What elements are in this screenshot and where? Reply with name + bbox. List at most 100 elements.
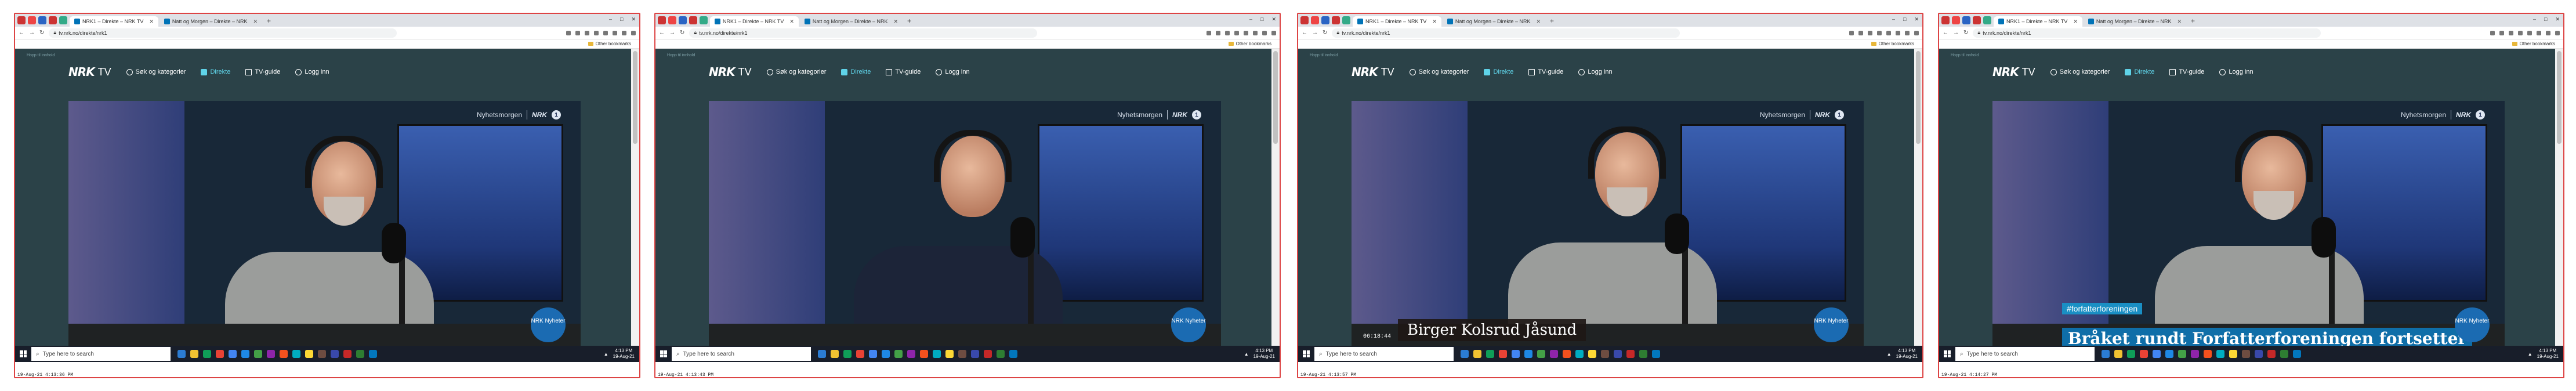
pinned-tab-icon[interactable] <box>1342 16 1350 24</box>
extension-icon[interactable] <box>585 30 589 35</box>
extension-icon[interactable] <box>575 30 580 35</box>
taskbar-search[interactable]: ⌕ Type here to search <box>1314 347 1454 361</box>
nav-tv-guide[interactable]: TV-guide <box>1528 68 1563 75</box>
app-icon[interactable] <box>1626 350 1635 358</box>
forward-icon[interactable]: → <box>669 30 675 36</box>
pinned-tab-icon[interactable] <box>49 16 57 24</box>
pinned-tab-icon[interactable] <box>668 16 676 24</box>
minimize-button[interactable]: – <box>2533 16 2536 23</box>
maximize-button[interactable]: □ <box>2544 16 2547 23</box>
nav-search[interactable]: Søk og kategorier <box>126 68 186 75</box>
address-bar[interactable]: 🔒︎ tv.nrk.no/direkte/nrk1 <box>689 28 1038 38</box>
extension-icon[interactable] <box>2537 30 2541 35</box>
app-icon[interactable] <box>920 350 928 358</box>
close-tab-icon[interactable]: ✕ <box>253 19 258 25</box>
nav-tv-guide[interactable]: TV-guide <box>2169 68 2204 75</box>
app-icon[interactable] <box>933 350 941 358</box>
nav-direkte[interactable]: Direkte <box>1484 68 1513 75</box>
pinned-tab-icon[interactable] <box>38 16 46 24</box>
close-window-button[interactable]: ✕ <box>631 16 636 23</box>
app-icon[interactable] <box>2255 350 2263 358</box>
address-bar[interactable]: 🔒︎ tv.nrk.no/direkte/nrk1 <box>1973 28 2321 38</box>
app-icon[interactable] <box>1639 350 1647 358</box>
nav-login[interactable]: Logg inn <box>1578 68 1613 75</box>
app-icon[interactable] <box>1512 350 1520 358</box>
pinned-tab-icon[interactable] <box>1311 16 1319 24</box>
extension-icon[interactable] <box>2518 30 2523 35</box>
extension-icon[interactable] <box>1225 30 1230 35</box>
scrollbar[interactable] <box>631 49 639 346</box>
app-icon[interactable] <box>1550 350 1558 358</box>
app-icon[interactable] <box>997 350 1005 358</box>
app-icon[interactable] <box>1575 350 1584 358</box>
nav-login[interactable]: Logg inn <box>2219 68 2253 75</box>
taskbar-search[interactable]: ⌕ Type here to search <box>1955 347 2095 361</box>
app-icon[interactable] <box>869 350 877 358</box>
file-explorer-icon[interactable] <box>831 350 839 358</box>
extension-icon[interactable] <box>2490 30 2495 35</box>
skip-to-content-link[interactable]: Hopp til innhold <box>1310 53 1338 57</box>
tab-natt-og-morgen[interactable]: Natt og Morgen – Direkte – NRK ✕ <box>800 16 903 27</box>
start-button[interactable] <box>1939 350 1955 357</box>
start-button[interactable] <box>655 350 672 357</box>
extension-icon[interactable] <box>1207 30 1211 35</box>
nav-direkte[interactable]: Direkte <box>841 68 871 75</box>
file-explorer-icon[interactable] <box>1473 350 1481 358</box>
app-icon[interactable] <box>2191 350 2199 358</box>
app-icon[interactable] <box>971 350 979 358</box>
reload-icon[interactable]: ↻ <box>680 30 684 36</box>
scrollbar-thumb[interactable] <box>1916 51 1921 144</box>
pinned-tab-icon[interactable] <box>28 16 36 24</box>
pinned-tab-icon[interactable] <box>1973 16 1981 24</box>
app-icon[interactable] <box>318 350 326 358</box>
app-icon[interactable] <box>292 350 300 358</box>
tray-clock[interactable]: 4:13 PM 19-Aug-21 <box>1253 348 1275 360</box>
extension-icon[interactable] <box>2527 30 2532 35</box>
back-icon[interactable]: ← <box>19 30 24 36</box>
app-icon[interactable] <box>254 350 262 358</box>
nav-login[interactable]: Logg inn <box>936 68 970 75</box>
app-icon[interactable] <box>267 350 275 358</box>
app-icon[interactable] <box>958 350 966 358</box>
minimize-button[interactable]: – <box>1249 16 1252 23</box>
app-icon[interactable] <box>1563 350 1571 358</box>
nav-direkte[interactable]: Direkte <box>2125 68 2154 75</box>
extension-icon[interactable] <box>1858 30 1863 35</box>
pinned-tab-icon[interactable] <box>1952 16 1960 24</box>
close-tab-icon[interactable]: ✕ <box>789 19 794 25</box>
extension-icon[interactable] <box>603 30 608 35</box>
extension-icon[interactable] <box>2509 30 2513 35</box>
pinned-tab-icon[interactable] <box>658 16 666 24</box>
app-icon[interactable] <box>894 350 903 358</box>
maximize-button[interactable]: □ <box>620 16 623 23</box>
video-player[interactable]: Nyhetsmorgen NRK 1 NRK Nyheter <box>68 101 581 346</box>
menu-icon[interactable] <box>1271 30 1276 35</box>
app-icon[interactable] <box>2267 350 2276 358</box>
app-icon[interactable] <box>1652 350 1660 358</box>
app-icon[interactable] <box>2229 350 2237 358</box>
app-icon[interactable] <box>343 350 352 358</box>
scrollbar-thumb[interactable] <box>2557 51 2561 144</box>
app-icon[interactable] <box>1588 350 1596 358</box>
tab-nrk1[interactable]: NRK1 – Direkte – NRK TV ✕ <box>710 16 799 27</box>
app-icon[interactable] <box>2216 350 2224 358</box>
new-tab-button[interactable]: + <box>2187 17 2198 27</box>
maximize-button[interactable]: □ <box>1903 16 1906 23</box>
address-bar[interactable]: 🔒︎ tv.nrk.no/direkte/nrk1 <box>1332 28 1680 38</box>
app-icon[interactable] <box>1601 350 1609 358</box>
app-icon[interactable] <box>1614 350 1622 358</box>
nav-tv-guide[interactable]: TV-guide <box>886 68 921 75</box>
back-icon[interactable]: ← <box>1302 30 1307 36</box>
chrome-icon[interactable] <box>216 350 224 358</box>
nav-search[interactable]: Søk og kategorier <box>2050 68 2110 75</box>
close-tab-icon[interactable]: ✕ <box>2073 19 2078 25</box>
pinned-tab-icon[interactable] <box>59 16 67 24</box>
app-icon[interactable] <box>241 350 249 358</box>
pinned-tab-icon[interactable] <box>1983 16 1991 24</box>
scrollbar[interactable] <box>2555 49 2563 346</box>
close-tab-icon[interactable]: ✕ <box>2177 19 2182 25</box>
profile-icon[interactable] <box>1262 30 1267 35</box>
app-icon[interactable] <box>907 350 915 358</box>
back-icon[interactable]: ← <box>1943 30 1948 36</box>
task-view-icon[interactable] <box>2102 350 2110 358</box>
